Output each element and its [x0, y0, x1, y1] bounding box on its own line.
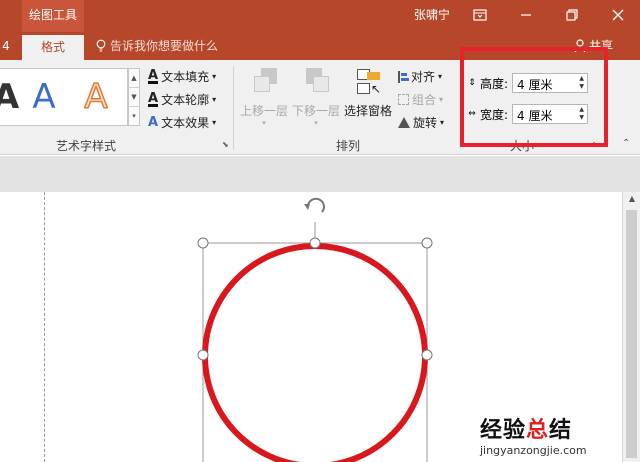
red-circle[interactable]	[202, 243, 428, 462]
rotate-icon	[398, 117, 410, 128]
tab-format[interactable]: 格式	[22, 35, 84, 60]
tell-me-text: 告诉我你想要做什么	[110, 39, 219, 53]
text-outline-icon: A	[148, 90, 159, 107]
send-backward-icon	[303, 68, 329, 98]
wordart-group-label: 艺术字样式	[56, 139, 117, 153]
align-button[interactable]: 对齐 ▾	[398, 68, 442, 85]
group-icon	[398, 94, 409, 105]
ribbon-display-options-button[interactable]	[458, 0, 502, 30]
restore-icon	[566, 9, 578, 21]
bring-forward-button[interactable]: 上移一层 ▾	[240, 68, 288, 127]
resize-handle-tl[interactable]	[197, 237, 209, 249]
scroll-up-icon[interactable]: ▲	[626, 194, 638, 206]
gallery-up-icon[interactable]: ▲	[129, 69, 139, 88]
wordart-style-3[interactable]: A	[76, 72, 116, 122]
margin-guide	[44, 192, 45, 462]
text-effects-icon: A	[148, 115, 159, 130]
circle-shape-canvas	[197, 197, 433, 462]
selection-pane-button[interactable]: ↖ 选择窗格	[344, 68, 392, 119]
align-icon	[398, 70, 409, 83]
gallery-down-icon[interactable]: ▼	[129, 88, 139, 107]
context-tab-drawing-tools[interactable]: 绘图工具	[22, 0, 84, 32]
restore-button[interactable]	[550, 0, 594, 30]
gallery-scroll[interactable]: ▲ ▼ ▾	[128, 68, 140, 126]
resize-handle-top[interactable]	[309, 237, 321, 249]
tab-partial[interactable]: 4	[0, 32, 12, 60]
user-name[interactable]: 张啸宁	[414, 0, 450, 30]
watermark: 经验总结 jingyanzongjie.com	[480, 412, 587, 457]
close-icon	[612, 9, 624, 21]
size-highlight-box	[460, 47, 608, 147]
title-bar: 绘图工具 张啸宁	[0, 0, 640, 32]
ribbon-display-icon	[473, 9, 487, 21]
watermark-title: 经验总结	[480, 418, 573, 443]
resize-handle-right[interactable]	[421, 349, 433, 361]
group-separator	[233, 66, 234, 150]
text-outline-button[interactable]: A 文本轮廓 ▾	[148, 91, 216, 108]
rotate-button[interactable]: 旋转 ▾	[398, 114, 444, 131]
resize-handle-tr[interactable]	[421, 237, 433, 249]
selection-pane-icon: ↖	[355, 68, 381, 98]
workspace-gutter	[0, 156, 640, 192]
rotate-handle[interactable]	[304, 197, 325, 213]
gallery-more-icon[interactable]: ▾	[129, 107, 139, 126]
resize-handle-left[interactable]	[197, 349, 209, 361]
wordart-gallery[interactable]: A A A	[0, 68, 128, 126]
wordart-style-2[interactable]: A	[24, 72, 64, 122]
text-fill-icon: A	[148, 67, 159, 84]
minimize-button[interactable]	[504, 0, 548, 30]
scroll-thumb[interactable]	[626, 210, 637, 458]
text-effects-button[interactable]: A 文本效果 ▾	[148, 114, 216, 131]
collapse-ribbon-icon[interactable]: ⌃	[622, 138, 630, 149]
bring-forward-icon	[251, 68, 277, 98]
wordart-style-1[interactable]: A	[0, 72, 26, 122]
arrange-group-label: 排列	[336, 139, 361, 153]
vertical-scrollbar[interactable]: ▲	[622, 192, 640, 462]
wordart-launcher-icon[interactable]: ⬊	[222, 140, 229, 149]
minimize-icon	[521, 14, 531, 16]
watermark-url: jingyanzongjie.com	[480, 444, 587, 457]
group-button[interactable]: 组合 ▾	[398, 91, 443, 108]
send-backward-button[interactable]: 下移一层 ▾	[292, 68, 340, 127]
tell-me-box[interactable]: 告诉我你想要做什么	[96, 32, 218, 60]
lightbulb-icon	[96, 39, 106, 52]
close-button[interactable]	[596, 0, 640, 30]
text-fill-button[interactable]: A 文本填充 ▾	[148, 68, 216, 85]
